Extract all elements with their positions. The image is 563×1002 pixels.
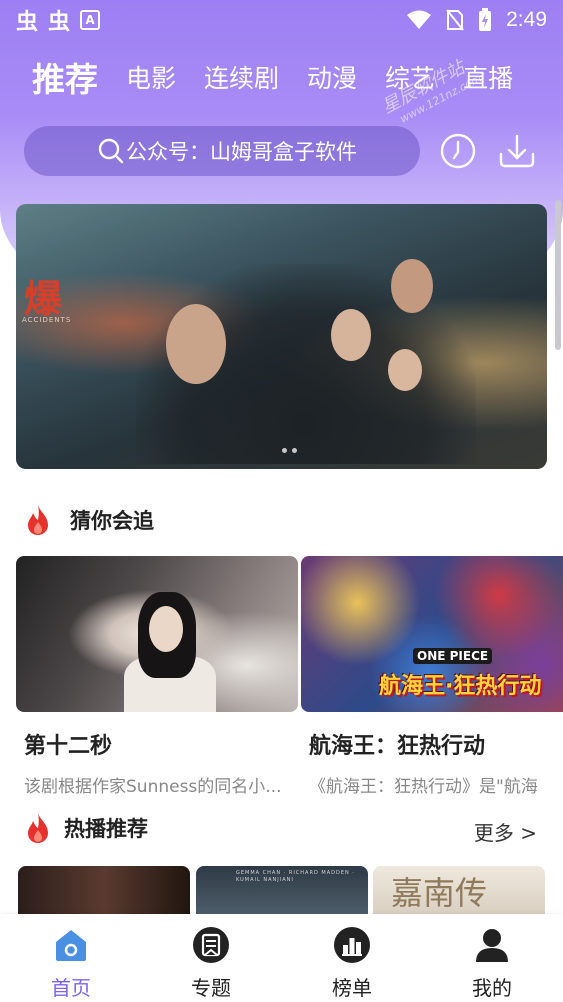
section-header-hot: 热播推荐 xyxy=(24,812,148,844)
banner-subtitle: ACCIDENTS xyxy=(22,316,72,324)
card-description: 《航海王：狂热行动》是"航海 xyxy=(309,777,538,797)
section-header-guess: 猜你会追 xyxy=(24,504,154,536)
media-thumbnail[interactable] xyxy=(18,866,190,916)
search-placeholder: 公众号：山姆哥盒子软件 xyxy=(126,140,357,164)
more-link[interactable]: 更多 > xyxy=(474,817,537,846)
no-sim-icon xyxy=(446,9,464,31)
topics-icon xyxy=(193,927,229,963)
poster-title: 航海王·狂热行动 xyxy=(379,674,542,699)
section-title: 热播推荐 xyxy=(64,817,148,841)
nav-ranking[interactable]: 榜单 xyxy=(312,926,392,1001)
download-icon[interactable] xyxy=(498,132,536,170)
scrollbar[interactable] xyxy=(555,200,561,350)
status-bar: 虫 虫 A 2:49 xyxy=(0,0,563,40)
featured-banner[interactable]: 爆 ACCIDENTS xyxy=(16,204,547,469)
battery-charging-icon xyxy=(479,8,492,31)
media-card[interactable]: 第十二秒 该剧根据作家Sunness的同名小... xyxy=(16,556,298,797)
category-tabs: 推荐 电影 连续剧 动漫 综艺 直播 xyxy=(32,52,563,102)
flame-icon xyxy=(28,505,48,535)
card-poster xyxy=(16,556,298,712)
media-thumbnail[interactable]: GEMMA CHAN · RICHARD MADDEN · KUMAIL NAN… xyxy=(196,866,368,916)
media-card[interactable]: ONE PIECE 航海王·狂热行动 航海王：狂热行动 《航海王：狂热行动》是"… xyxy=(301,556,563,797)
section-title: 猜你会追 xyxy=(70,509,154,533)
card-title: 航海王：狂热行动 xyxy=(309,734,486,759)
bottom-navigation: 首页 专题 榜单 我的 xyxy=(0,914,563,1002)
bug-icon: 虫 xyxy=(48,10,71,35)
card-description: 该剧根据作家Sunness的同名小... xyxy=(24,777,282,797)
search-icon xyxy=(98,138,124,164)
home-icon xyxy=(56,930,86,961)
media-thumbnail[interactable]: 嘉南传 xyxy=(373,866,545,916)
bug-icon: 虫 xyxy=(16,10,39,35)
clock-time: 2:49 xyxy=(506,8,547,31)
poster-logo: ONE PIECE xyxy=(413,648,493,664)
ranking-icon xyxy=(334,927,370,963)
banner-title: 爆 xyxy=(24,277,63,321)
wifi-icon xyxy=(407,10,432,29)
flame-icon xyxy=(28,813,48,843)
search-bar[interactable]: 公众号：山姆哥盒子软件 xyxy=(24,126,420,176)
notification-a-icon: A xyxy=(80,10,101,30)
carousel-indicator xyxy=(282,448,297,453)
thumbnail-title: 嘉南传 xyxy=(391,874,488,912)
tab-movies[interactable]: 电影 xyxy=(126,59,176,95)
nav-profile[interactable]: 我的 xyxy=(452,926,532,1001)
nav-home[interactable]: 首页 xyxy=(31,926,111,1001)
user-icon xyxy=(476,929,508,962)
clock-icon[interactable] xyxy=(439,132,477,170)
nav-topics[interactable]: 专题 xyxy=(171,926,251,1001)
card-poster: ONE PIECE 航海王·狂热行动 xyxy=(301,556,563,712)
tab-series[interactable]: 连续剧 xyxy=(204,59,279,95)
tab-recommend[interactable]: 推荐 xyxy=(32,53,98,101)
tab-anime[interactable]: 动漫 xyxy=(307,59,357,95)
card-title: 第十二秒 xyxy=(24,734,113,759)
